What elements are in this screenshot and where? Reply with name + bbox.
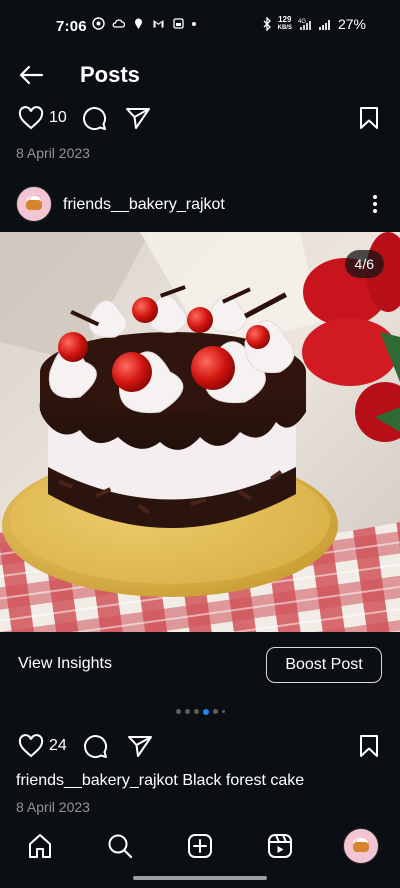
- like-count[interactable]: 24: [49, 737, 67, 755]
- reels-icon: [268, 834, 292, 858]
- carousel-dot: [193, 709, 199, 714]
- bookmark-icon: [360, 107, 378, 129]
- carousel-indicator: [0, 708, 400, 715]
- carousel-dot: [184, 709, 190, 714]
- nav-reels[interactable]: [260, 826, 300, 866]
- net-speed-unit: KB/S: [277, 25, 292, 31]
- nav-profile-avatar[interactable]: [343, 828, 379, 864]
- post-caption: friends__bakery_rajkot Black forest cake: [16, 772, 304, 790]
- carousel-dot: [221, 710, 225, 713]
- share-button[interactable]: [123, 103, 153, 133]
- post-photo[interactable]: [0, 232, 400, 632]
- cloud-icon: [112, 19, 125, 28]
- like-button[interactable]: [16, 103, 46, 133]
- status-icons-left: [92, 17, 196, 30]
- more-vertical-icon: [373, 195, 377, 213]
- back-button[interactable]: [14, 58, 48, 92]
- nav-create[interactable]: [180, 826, 220, 866]
- nav-search[interactable]: [100, 826, 140, 866]
- post-date: 8 April 2023: [16, 799, 90, 815]
- search-icon: [108, 834, 133, 859]
- home-icon: [29, 834, 51, 858]
- cake-image: [0, 232, 400, 632]
- net-speed: 129 KB/S: [278, 16, 292, 32]
- status-right: 129 KB/S 4G 27%: [262, 16, 366, 32]
- account-avatar[interactable]: [16, 186, 52, 222]
- heart-icon: [18, 106, 44, 130]
- bookmark-icon: [360, 735, 378, 757]
- whatsapp-icon: [92, 17, 105, 30]
- comment-button[interactable]: [80, 731, 110, 761]
- comment-icon: [83, 107, 107, 131]
- comment-icon: [84, 735, 108, 759]
- heart-icon: [18, 734, 44, 758]
- create-icon: [188, 834, 212, 858]
- net-type: 4G: [298, 19, 306, 25]
- sim-icon: [173, 18, 184, 29]
- wifi-icon: 4G: [298, 19, 311, 30]
- account-username[interactable]: friends__bakery_rajkot: [63, 196, 225, 214]
- signal-icon: [319, 20, 330, 30]
- battery-level: 27%: [337, 16, 366, 32]
- post-date: 8 April 2023: [16, 145, 90, 161]
- like-button[interactable]: [16, 731, 46, 761]
- dot-icon: [192, 21, 196, 26]
- home-indicator: [133, 876, 267, 880]
- nav-home[interactable]: [20, 826, 60, 866]
- photo-counter-badge: 4/6: [344, 250, 384, 278]
- share-button[interactable]: [125, 731, 155, 761]
- page-title: Posts: [80, 62, 140, 87]
- view-insights-link[interactable]: View Insights: [18, 655, 112, 673]
- comment-button[interactable]: [79, 103, 109, 133]
- boost-post-button[interactable]: Boost Post: [266, 647, 382, 683]
- carousel-dot: [175, 709, 181, 714]
- back-arrow-icon: [19, 65, 44, 85]
- net-speed-value: 129: [278, 15, 292, 24]
- carousel-dot: [212, 709, 218, 714]
- carousel-dot-active: [202, 708, 209, 715]
- send-icon: [128, 736, 152, 757]
- caption-username[interactable]: friends__bakery_rajkot: [16, 772, 178, 789]
- location-icon: [135, 18, 142, 29]
- caption-text: Black forest cake: [182, 772, 305, 789]
- send-icon: [126, 108, 150, 129]
- like-count[interactable]: 10: [49, 109, 67, 127]
- status-time: 7:06: [56, 18, 87, 35]
- gmail-icon: [153, 20, 164, 28]
- save-button[interactable]: [354, 103, 384, 133]
- save-button[interactable]: [354, 731, 384, 761]
- bluetooth-icon: [263, 17, 271, 31]
- more-options-button[interactable]: [362, 190, 388, 218]
